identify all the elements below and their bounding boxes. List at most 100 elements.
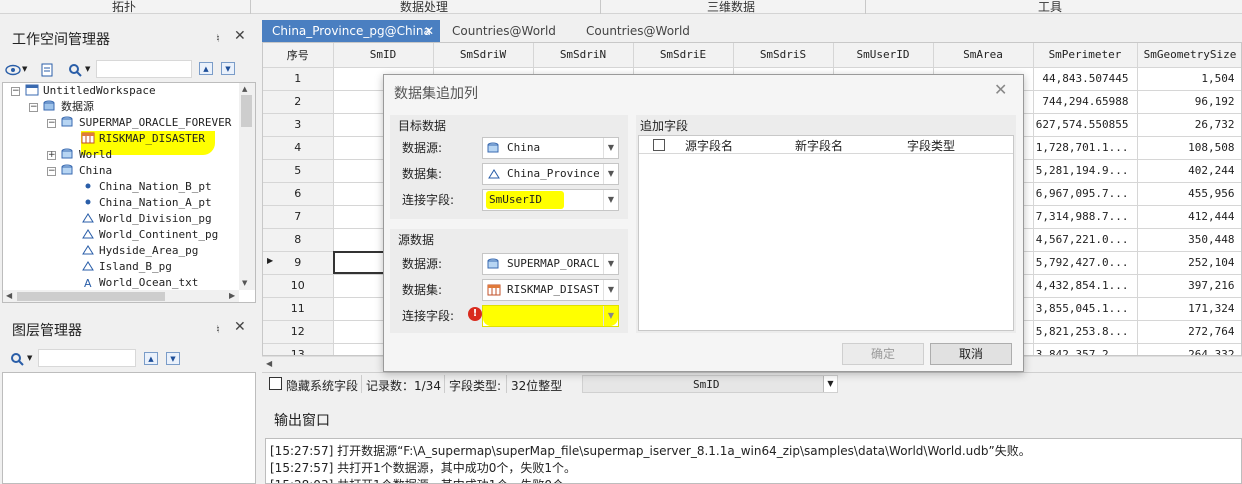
tree-node-riskmap-dataset[interactable]: RISKMAP_DISASTER	[81, 131, 205, 147]
column-header[interactable]: SmSdriW	[433, 43, 534, 68]
target-join-field-select[interactable]: SmUserID ▼	[482, 189, 619, 211]
geometry-size-cell[interactable]: 1,504	[1137, 67, 1241, 91]
geometry-size-cell[interactable]: 455,956	[1137, 182, 1241, 206]
close-icon[interactable]: ✕	[234, 319, 246, 335]
row-number-cell[interactable]: 3	[263, 113, 334, 137]
search-icon[interactable]	[66, 61, 84, 79]
close-icon[interactable]: ✕	[994, 80, 1007, 99]
cancel-button[interactable]: 取消	[930, 343, 1012, 365]
perimeter-cell[interactable]: 3,842,357.2...	[1033, 343, 1138, 355]
row-number-cell[interactable]: 8	[263, 228, 334, 252]
tab-countries-world-2[interactable]: Countries@World	[576, 20, 700, 42]
row-number-cell[interactable]: 12	[263, 320, 334, 344]
source-dataset-select[interactable]: RISKMAP_DISASTER▼	[482, 279, 619, 301]
up-arrow-icon[interactable]: ▲	[144, 352, 158, 365]
tree-node-region-dataset[interactable]: World_Division_pg	[81, 211, 212, 227]
ok-button[interactable]: 确定	[842, 343, 924, 365]
perimeter-cell[interactable]: 5,821,253.8...	[1033, 320, 1138, 344]
pin-icon[interactable]: ♮	[216, 323, 220, 336]
perimeter-cell[interactable]: 5,281,194.9...	[1033, 159, 1138, 183]
dropdown-arrow-icon[interactable]: ▼	[603, 306, 618, 326]
field-type-header[interactable]: 字段类型	[907, 137, 955, 154]
geometry-size-cell[interactable]: 397,216	[1137, 274, 1241, 298]
tree-vertical-scrollbar[interactable]: ▲ ▼	[239, 83, 255, 290]
target-datasource-select[interactable]: China ▼	[482, 137, 619, 159]
select-all-checkbox[interactable]	[653, 139, 665, 151]
row-number-cell[interactable]: 7	[263, 205, 334, 229]
view-icon[interactable]	[4, 61, 22, 79]
dropdown-arrow-icon[interactable]: ▼	[603, 280, 618, 300]
column-header[interactable]: SmID	[333, 43, 434, 68]
layer-list[interactable]	[2, 372, 256, 484]
row-number-cell[interactable]: 1	[263, 67, 334, 91]
dropdown-arrow-icon[interactable]: ▼	[603, 164, 618, 184]
close-icon[interactable]: ✕	[424, 20, 434, 42]
tree-node-oracle-datasource[interactable]: SUPERMAP_ORACLE_FOREVER	[61, 115, 231, 131]
perimeter-cell[interactable]: 4,432,854.1...	[1033, 274, 1138, 298]
geometry-size-cell[interactable]: 252,104	[1137, 251, 1241, 275]
column-header[interactable]: SmArea	[933, 43, 1034, 68]
tree-node-datasources[interactable]: 数据源	[43, 99, 94, 115]
geometry-size-cell[interactable]: 402,244	[1137, 159, 1241, 183]
perimeter-cell[interactable]: 627,574.550855	[1033, 113, 1138, 137]
source-join-field-select[interactable]: ▼	[482, 305, 619, 327]
dropdown-arrow-icon[interactable]: ▼	[22, 65, 27, 73]
perimeter-cell[interactable]: 7,314,988.7...	[1033, 205, 1138, 229]
target-dataset-select[interactable]: China_Province_pg▼	[482, 163, 619, 185]
geometry-size-cell[interactable]: 350,448	[1137, 228, 1241, 252]
geometry-size-cell[interactable]: 26,732	[1137, 113, 1241, 137]
row-number-cell[interactable]: 4	[263, 136, 334, 160]
perimeter-cell[interactable]: 744,294.65988	[1033, 90, 1138, 114]
tree-node-region-dataset[interactable]: Island_B_pg	[81, 259, 172, 275]
close-icon[interactable]: ✕	[234, 28, 246, 44]
perimeter-cell[interactable]: 44,843.507445	[1033, 67, 1138, 91]
search-dropdown-icon[interactable]: ▼	[85, 65, 90, 73]
geometry-size-cell[interactable]: 272,764	[1137, 320, 1241, 344]
row-number-cell[interactable]: 10	[263, 274, 334, 298]
geometry-size-cell[interactable]: 171,324	[1137, 297, 1241, 321]
geometry-size-cell[interactable]: 264,332	[1137, 343, 1241, 355]
tab-countries-world[interactable]: Countries@World	[442, 20, 566, 42]
tree-node-text-dataset[interactable]: A World_Ocean_txt	[81, 275, 198, 291]
layer-filter-input[interactable]	[38, 349, 136, 367]
field-selector[interactable]: SmID ▼	[582, 375, 838, 393]
column-header[interactable]: SmGeometrySize	[1137, 43, 1241, 68]
column-header[interactable]: SmUserID	[833, 43, 934, 68]
tree-node-world-datasource[interactable]: World	[61, 147, 112, 163]
tree-node-point-dataset[interactable]: China_Nation_B_pt	[81, 179, 212, 195]
row-number-cell[interactable]: 2	[263, 90, 334, 114]
column-header[interactable]: SmSdriS	[733, 43, 834, 68]
column-header[interactable]: SmSdriN	[533, 43, 634, 68]
dropdown-arrow-icon[interactable]: ▼	[823, 376, 837, 392]
row-number-cell[interactable]: 11	[263, 297, 334, 321]
pin-icon[interactable]: ♮	[216, 32, 220, 45]
up-arrow-icon[interactable]: ▲	[199, 62, 213, 75]
column-header[interactable]: SmSdriE	[633, 43, 734, 68]
tree-node-workspace[interactable]: UntitledWorkspace	[25, 83, 156, 99]
dropdown-arrow-icon[interactable]: ▼	[603, 254, 618, 274]
geometry-size-cell[interactable]: 412,444	[1137, 205, 1241, 229]
perimeter-cell[interactable]: 4,567,221.0...	[1033, 228, 1138, 252]
down-arrow-icon[interactable]: ▼	[221, 62, 235, 75]
output-log[interactable]: [15:27:57] 打开数据源“F:\A_supermap\superMap_…	[265, 438, 1242, 484]
new-field-header[interactable]: 新字段名	[795, 137, 843, 154]
search-dropdown-icon[interactable]: ▼	[27, 354, 32, 362]
source-field-header[interactable]: 源字段名	[685, 137, 733, 154]
row-number-cell[interactable]: 6	[263, 182, 334, 206]
tree-node-region-dataset[interactable]: Hydside_Area_pg	[81, 243, 198, 259]
tab-china-province[interactable]: China_Province_pg@China ✕	[262, 20, 440, 42]
column-header[interactable]: 序号	[263, 43, 334, 68]
perimeter-cell[interactable]: 3,855,045.1...	[1033, 297, 1138, 321]
append-fields-list[interactable]: 源字段名 新字段名 字段类型	[638, 135, 1014, 331]
geometry-size-cell[interactable]: 108,508	[1137, 136, 1241, 160]
tree-node-region-dataset[interactable]: World_Continent_pg	[81, 227, 218, 243]
search-icon[interactable]	[8, 350, 26, 368]
row-number-cell[interactable]: 5	[263, 159, 334, 183]
tree-node-point-dataset[interactable]: China_Nation_A_pt	[81, 195, 212, 211]
row-number-cell[interactable]: 9 ▶	[263, 251, 334, 275]
workspace-filter-input[interactable]	[96, 60, 192, 78]
down-arrow-icon[interactable]: ▼	[166, 352, 180, 365]
row-number-cell[interactable]: 13	[263, 343, 334, 355]
tree-node-china-datasource[interactable]: China	[61, 163, 112, 179]
hide-system-fields-checkbox[interactable]	[269, 377, 282, 390]
